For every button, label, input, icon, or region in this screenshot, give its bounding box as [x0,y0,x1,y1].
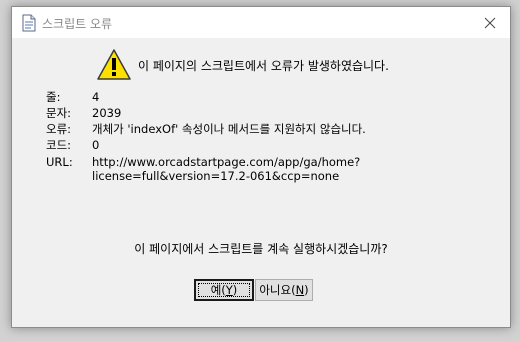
focus-rect [198,283,250,297]
close-icon[interactable] [480,13,500,33]
no-button[interactable]: 아니요(N) [255,279,313,301]
yes-button[interactable]: 예(Y) [194,279,254,301]
warning-icon [96,48,132,81]
title-bar[interactable]: 스크립트 오류 [12,7,510,38]
document-icon [22,14,36,32]
error-label: 오류: [46,122,72,136]
script-error-dialog: 스크립트 오류 이 페이지의 스크립트에서 오류가 발생하였습니다. 줄: 4 … [11,6,511,328]
url-value-line2: license=full&version=17.2-061&ccp=none [92,169,340,183]
error-message: 이 페이지의 스크립트에서 오류가 발생하였습니다. [138,59,389,73]
window-title: 스크립트 오류 [42,17,113,31]
no-button-label: 아니요(N) [259,283,309,297]
url-label: URL: [46,155,73,169]
line-value: 4 [92,90,100,104]
continue-question: 이 페이지에서 스크립트를 계속 실행하시겠습니까? [134,242,388,256]
error-value: 개체가 'indexOf' 속성이나 메서드를 지원하지 않습니다. [92,122,366,136]
line-label: 줄: [46,90,61,104]
char-label: 문자: [46,106,72,120]
code-label: 코드: [46,138,72,152]
char-value: 2039 [92,106,122,120]
code-value: 0 [92,138,100,152]
